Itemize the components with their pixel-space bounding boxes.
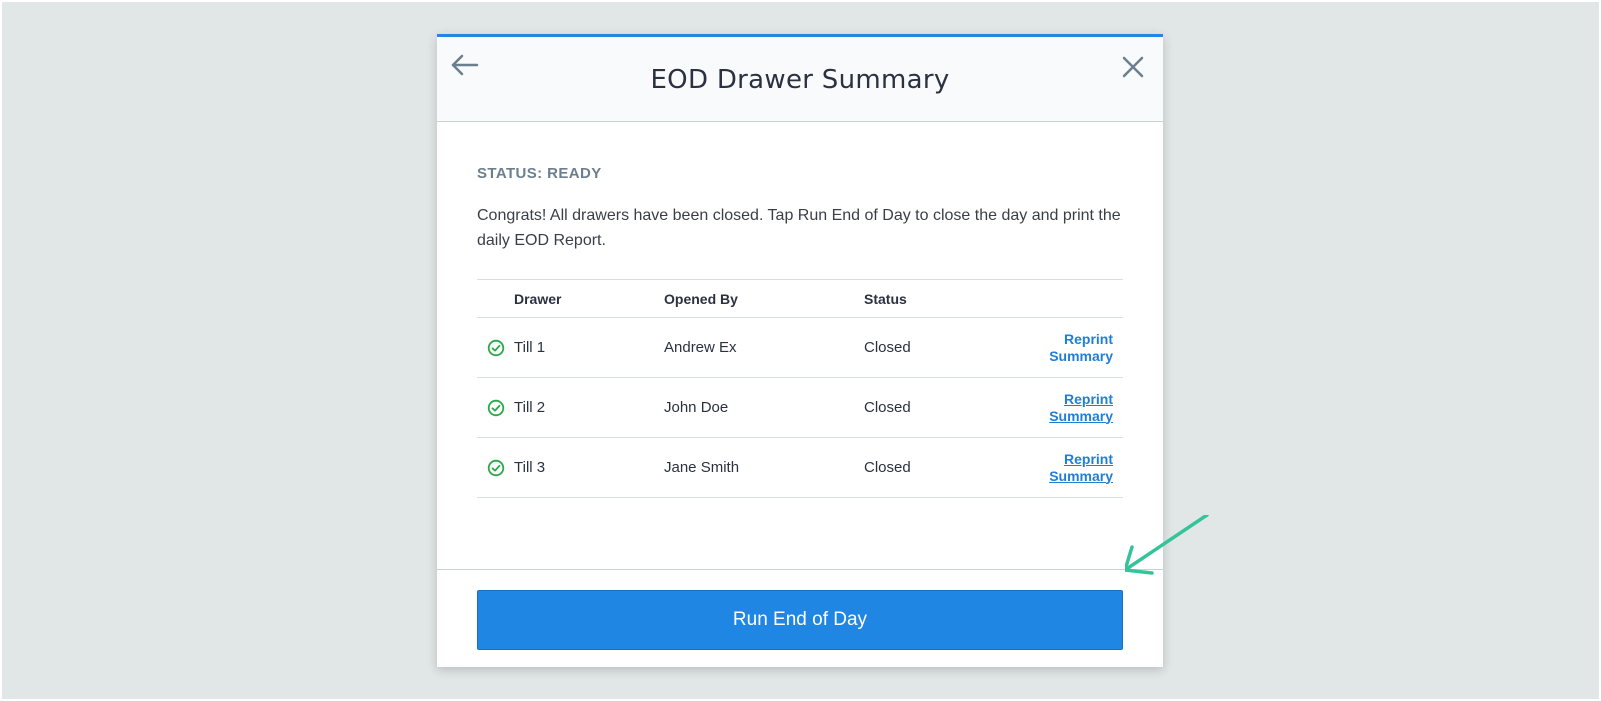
reprint-summary-link[interactable]: Reprint Summary	[1049, 391, 1113, 424]
close-button[interactable]	[1119, 53, 1147, 81]
status-label: STATUS: READY	[477, 165, 602, 182]
table-row: Till 2 John Doe Closed Reprint Summary	[477, 377, 1123, 438]
cell-opened-by: Jane Smith	[664, 437, 864, 498]
cell-action: Reprint Summary	[1014, 377, 1123, 438]
cell-drawer: Till 3	[514, 437, 664, 498]
cell-drawer: Till 1	[514, 317, 664, 378]
table-row: Till 1 Andrew Ex Closed Reprint Summary	[477, 317, 1123, 378]
header-action-cell	[1014, 279, 1123, 318]
row-status-icon-cell	[477, 377, 514, 438]
drawer-table: Drawer Opened By Status Till 1 Andrew Ex…	[477, 279, 1123, 498]
close-icon	[1122, 56, 1144, 78]
cell-status: Closed	[864, 377, 1014, 438]
footer-divider	[437, 569, 1163, 570]
status-description: Congrats! All drawers have been closed. …	[477, 207, 1121, 249]
check-circle-icon	[487, 459, 505, 476]
table-header-row: Drawer Opened By Status	[477, 279, 1123, 318]
row-status-icon-cell	[477, 437, 514, 498]
cell-action: Reprint Summary	[1014, 437, 1123, 498]
row-status-icon-cell	[477, 317, 514, 378]
header-opened-by: Opened By	[664, 279, 864, 318]
annotation-arrow-icon	[1125, 515, 1209, 575]
header-icon-cell	[477, 279, 514, 318]
cell-drawer: Till 2	[514, 377, 664, 438]
run-end-of-day-button[interactable]: Run End of Day	[477, 590, 1123, 650]
cell-action: Reprint Summary	[1014, 317, 1123, 378]
header-status: Status	[864, 279, 1014, 318]
modal-header: EOD Drawer Summary	[437, 37, 1163, 122]
reprint-summary-link[interactable]: Reprint Summary	[1049, 451, 1113, 484]
eod-summary-modal: EOD Drawer Summary STATUS: READY Congrat…	[437, 34, 1163, 667]
check-circle-icon	[487, 339, 505, 356]
cell-opened-by: Andrew Ex	[664, 317, 864, 378]
cell-status: Closed	[864, 317, 1014, 378]
modal-title: EOD Drawer Summary	[650, 65, 950, 95]
table-row: Till 3 Jane Smith Closed Reprint Summary	[477, 437, 1123, 498]
cell-status: Closed	[864, 437, 1014, 498]
reprint-summary-link[interactable]: Reprint Summary	[1049, 331, 1113, 364]
header-drawer: Drawer	[514, 279, 664, 318]
check-circle-icon	[487, 399, 505, 416]
cell-opened-by: John Doe	[664, 377, 864, 438]
